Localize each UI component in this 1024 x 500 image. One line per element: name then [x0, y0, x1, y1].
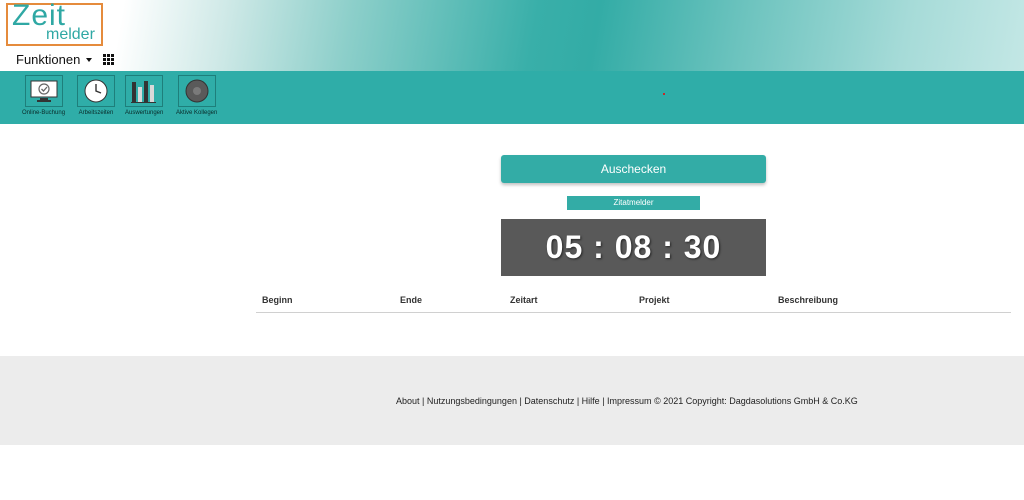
tool-label: Aktive Kollegen: [176, 110, 218, 116]
tool-online-buchung[interactable]: Online-Buchung: [22, 75, 65, 116]
bar-chart-icon: [125, 75, 164, 107]
column-header-projekt[interactable]: Projekt: [639, 295, 670, 305]
tool-label: Online-Buchung: [22, 110, 66, 116]
clock-icon: [77, 75, 115, 107]
indicator-dot: [663, 93, 665, 95]
footer-links: About | Nutzungsbedingungen | Datenschut…: [396, 396, 858, 406]
apps-grid-icon[interactable]: [103, 54, 115, 65]
caret-down-icon: [86, 57, 93, 62]
header-banner: Zeit melder Funktionen: [0, 0, 1024, 71]
power-toggle-icon: [177, 75, 216, 107]
time-entries-table: Beginn Ende Zeitart Projekt Beschreibung: [256, 290, 1011, 313]
tool-aktive-kollegen[interactable]: Aktive Kollegen: [176, 75, 217, 116]
function-toolbar: Online-Buchung Arbeitszeiten Auswertunge…: [0, 71, 1024, 124]
tool-label: Arbeitszeiten: [78, 110, 114, 116]
copyright-text: © 2021 Copyright: Dagdasolutions GmbH & …: [654, 396, 858, 406]
quote-banner[interactable]: Zitatmelder: [567, 196, 700, 210]
zeitmelder-logo[interactable]: Zeit melder: [6, 0, 103, 46]
logo-text-bottom: melder: [46, 26, 95, 43]
elapsed-timer: 05 : 08 : 30: [501, 219, 766, 276]
footer-link-terms[interactable]: Nutzungsbedingungen: [427, 396, 517, 406]
monitor-check-icon: [24, 75, 63, 107]
footer-link-imprint[interactable]: Impressum: [607, 396, 652, 406]
functions-label: Funktionen: [16, 52, 81, 67]
footer: About | Nutzungsbedingungen | Datenschut…: [0, 356, 1024, 445]
column-header-beginn[interactable]: Beginn: [262, 295, 293, 305]
column-header-zeitart[interactable]: Zeitart: [510, 295, 538, 305]
tool-arbeitszeiten[interactable]: Arbeitszeiten: [77, 75, 115, 116]
tool-auswertungen[interactable]: Auswertungen: [125, 75, 163, 116]
checkout-button[interactable]: Auschecken: [501, 155, 766, 183]
footer-link-help[interactable]: Hilfe: [582, 396, 600, 406]
footer-link-privacy[interactable]: Datenschutz: [524, 396, 574, 406]
tool-label: Auswertungen: [125, 110, 164, 116]
column-header-ende[interactable]: Ende: [400, 295, 422, 305]
column-header-beschreibung[interactable]: Beschreibung: [778, 295, 838, 305]
functions-menu[interactable]: Funktionen: [16, 52, 115, 67]
footer-link-about[interactable]: About: [396, 396, 420, 406]
